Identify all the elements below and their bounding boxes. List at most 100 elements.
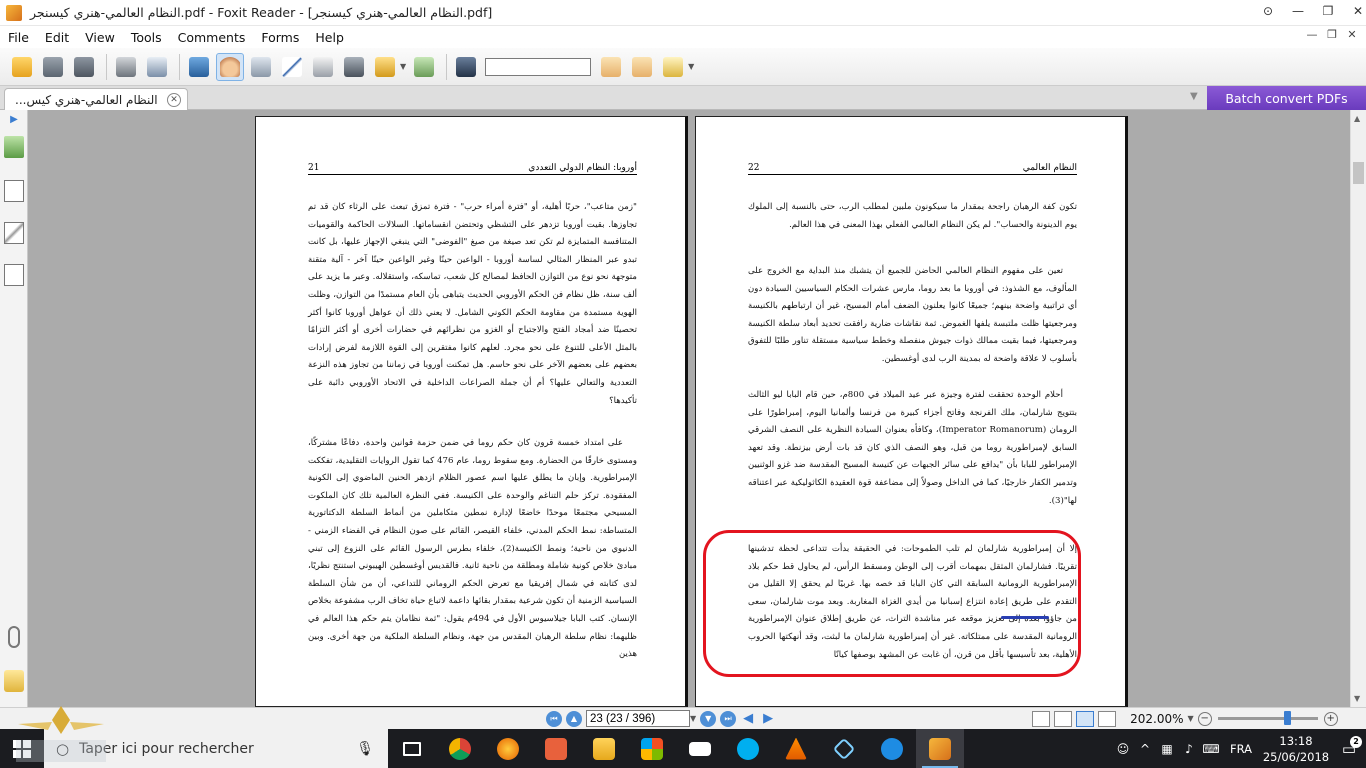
task-view-icon[interactable] bbox=[388, 729, 436, 768]
first-page-icon[interactable]: ⏮ bbox=[546, 710, 562, 727]
input-method-icon[interactable]: ⌨ bbox=[1200, 742, 1222, 756]
file-explorer-icon[interactable] bbox=[580, 729, 628, 768]
chrome-icon[interactable] bbox=[436, 729, 484, 768]
help-icon[interactable]: ⊙ bbox=[1253, 0, 1283, 22]
fullscreen-icon[interactable] bbox=[185, 53, 213, 81]
firefox-icon[interactable] bbox=[484, 729, 532, 768]
media-player-icon[interactable] bbox=[532, 729, 580, 768]
next-find-icon[interactable] bbox=[628, 53, 656, 81]
network-icon[interactable]: ▦ bbox=[1156, 742, 1178, 756]
microphone-icon[interactable]: 🎙 bbox=[356, 741, 374, 757]
store-icon[interactable] bbox=[628, 729, 676, 768]
action-center-button[interactable]: ▭ 2 bbox=[1332, 729, 1366, 768]
taskbar-search[interactable]: ○ Taper ici pour rechercher 🎙 bbox=[44, 729, 388, 768]
camera-icon[interactable] bbox=[340, 53, 368, 81]
language-indicator[interactable]: FRA bbox=[1230, 742, 1252, 756]
comments-icon[interactable] bbox=[4, 670, 24, 692]
page-header: النظام العالمي 22 bbox=[748, 161, 1077, 175]
close-tab-icon[interactable]: ✕ bbox=[167, 93, 181, 107]
mail-icon[interactable] bbox=[676, 729, 724, 768]
edge-icon[interactable] bbox=[868, 729, 916, 768]
window-title: النظام العالمي-هنري كيسنجر.pdf - Foxit R… bbox=[30, 5, 493, 20]
chevron-down-icon[interactable]: ▼ bbox=[688, 62, 694, 71]
start-button[interactable] bbox=[0, 729, 44, 768]
mdi-restore-button[interactable]: ❐ bbox=[1322, 28, 1342, 41]
menu-forms[interactable]: Forms bbox=[253, 30, 307, 45]
bookmarks-icon[interactable] bbox=[4, 136, 24, 158]
people-icon[interactable]: ☺ bbox=[1112, 742, 1134, 756]
scrollbar-thumb[interactable] bbox=[1353, 162, 1364, 184]
mdi-close-button[interactable]: ✕ bbox=[1342, 28, 1362, 41]
chevron-up-icon[interactable]: ^ bbox=[1134, 742, 1156, 756]
clock[interactable]: 13:18 25/06/2018 bbox=[1260, 733, 1332, 765]
find-input[interactable] bbox=[485, 57, 592, 76]
save-all-icon[interactable] bbox=[70, 53, 98, 81]
select-icon[interactable] bbox=[278, 53, 306, 81]
menu-edit[interactable]: Edit bbox=[37, 30, 77, 45]
notification-badge: 2 bbox=[1350, 736, 1362, 748]
menu-file[interactable]: File bbox=[0, 30, 37, 45]
paragraph: أحلام الوحدة تحققت لفترة وجيزة عبر عيد ا… bbox=[748, 390, 1078, 506]
chevron-down-icon[interactable]: ▼ bbox=[1188, 714, 1194, 723]
mdi-minimize-button[interactable]: — bbox=[1302, 28, 1322, 41]
page-number-input[interactable] bbox=[586, 710, 690, 727]
menu-view[interactable]: View bbox=[77, 30, 123, 45]
single-page-view-icon[interactable] bbox=[1032, 710, 1051, 727]
open-icon[interactable] bbox=[8, 53, 36, 81]
vertical-scrollbar[interactable]: ▲ ▼ bbox=[1350, 110, 1366, 707]
zoom-out-icon[interactable]: − bbox=[1197, 711, 1212, 726]
zoom-in-icon[interactable]: + bbox=[1323, 711, 1338, 726]
chevron-down-icon[interactable]: ▼ bbox=[690, 714, 696, 723]
chevron-down-icon[interactable]: ▼ bbox=[1190, 91, 1198, 102]
tab-bar: ...النظام العالمي-هنري كيس ✕ ▼ bbox=[0, 86, 1366, 110]
find-icon[interactable] bbox=[452, 53, 480, 81]
next-page-icon[interactable]: ▼ bbox=[700, 710, 717, 727]
attachment-icon[interactable] bbox=[8, 626, 20, 648]
toolbar-separator bbox=[179, 53, 180, 80]
zoom-slider-knob[interactable] bbox=[1283, 711, 1291, 725]
print-icon[interactable] bbox=[112, 53, 140, 81]
paragraph: "زمن متاعب"، حربًا أهلية، أو "فترة أمراء… bbox=[308, 202, 637, 406]
save-icon[interactable] bbox=[39, 53, 67, 81]
layers-icon[interactable] bbox=[4, 222, 24, 244]
pages-icon[interactable] bbox=[4, 180, 24, 202]
foxit-taskbar-icon[interactable] bbox=[916, 729, 964, 768]
prev-find-icon[interactable] bbox=[597, 53, 625, 81]
back-icon[interactable]: ◀ bbox=[740, 711, 756, 727]
forward-icon[interactable]: ▶ bbox=[760, 711, 776, 727]
typewriter-icon[interactable] bbox=[309, 53, 337, 81]
rms-icon[interactable] bbox=[371, 53, 399, 81]
signature-icon[interactable] bbox=[4, 264, 24, 286]
vlc-icon[interactable] bbox=[772, 729, 820, 768]
minimize-button[interactable]: — bbox=[1283, 0, 1313, 22]
pin-app-icon[interactable] bbox=[820, 729, 868, 768]
zoom-level[interactable]: 202.00% bbox=[1130, 712, 1183, 726]
menu-tools[interactable]: Tools bbox=[123, 30, 170, 45]
document-viewer[interactable]: أوروبا: النظام الدولي التعددي 21 "زمن مت… bbox=[28, 110, 1350, 707]
expand-panel-icon[interactable]: ▶ bbox=[4, 114, 24, 126]
prev-page-icon[interactable]: ▲ bbox=[566, 710, 582, 727]
system-tray: ☺ ^ ▦ ♪ ⌨ FRA 13:18 25/06/2018 ▭ 2 bbox=[1112, 729, 1366, 768]
document-tab[interactable]: ...النظام العالمي-هنري كيس ✕ bbox=[4, 88, 188, 110]
facing-view-icon[interactable] bbox=[1076, 710, 1095, 727]
menu-help[interactable]: Help bbox=[307, 30, 352, 45]
tools-icon[interactable] bbox=[410, 53, 438, 81]
skype-icon[interactable] bbox=[724, 729, 772, 768]
comment-icon[interactable] bbox=[659, 53, 687, 81]
zoom-slider[interactable] bbox=[1217, 711, 1318, 725]
toolbar-separator bbox=[106, 53, 107, 80]
continuous-view-icon[interactable] bbox=[1054, 710, 1073, 727]
last-page-icon[interactable]: ⏭ bbox=[720, 710, 737, 727]
hand-icon[interactable] bbox=[216, 52, 244, 81]
maximize-button[interactable]: ❐ bbox=[1313, 0, 1343, 22]
volume-icon[interactable]: ♪ bbox=[1178, 742, 1200, 756]
snapshot-icon[interactable] bbox=[247, 53, 275, 81]
menu-comments[interactable]: Comments bbox=[170, 30, 254, 45]
scroll-down-icon[interactable]: ▼ bbox=[1354, 694, 1360, 703]
batch-convert-button[interactable]: Batch convert PDFs bbox=[1207, 86, 1366, 110]
close-button[interactable]: ✕ bbox=[1343, 0, 1366, 22]
chevron-down-icon[interactable]: ▼ bbox=[400, 62, 406, 71]
properties-icon[interactable] bbox=[143, 53, 171, 81]
continuous-facing-view-icon[interactable] bbox=[1098, 710, 1117, 727]
scroll-up-icon[interactable]: ▲ bbox=[1354, 114, 1360, 123]
